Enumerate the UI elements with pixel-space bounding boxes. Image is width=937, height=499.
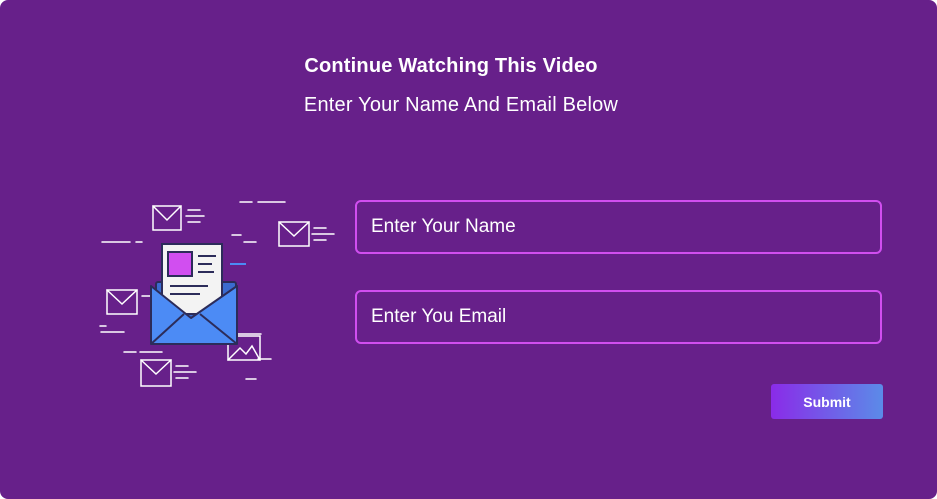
email-newsletter-icon: [99, 201, 335, 387]
email-field[interactable]: [355, 290, 882, 344]
page-subtitle: Enter Your Name And Email Below: [303, 94, 619, 116]
optin-card: Continue Watching This Video Enter Your …: [0, 0, 937, 499]
submit-button[interactable]: Submit: [771, 384, 883, 419]
page-title: Continue Watching This Video: [304, 55, 598, 77]
name-field[interactable]: [355, 200, 882, 254]
